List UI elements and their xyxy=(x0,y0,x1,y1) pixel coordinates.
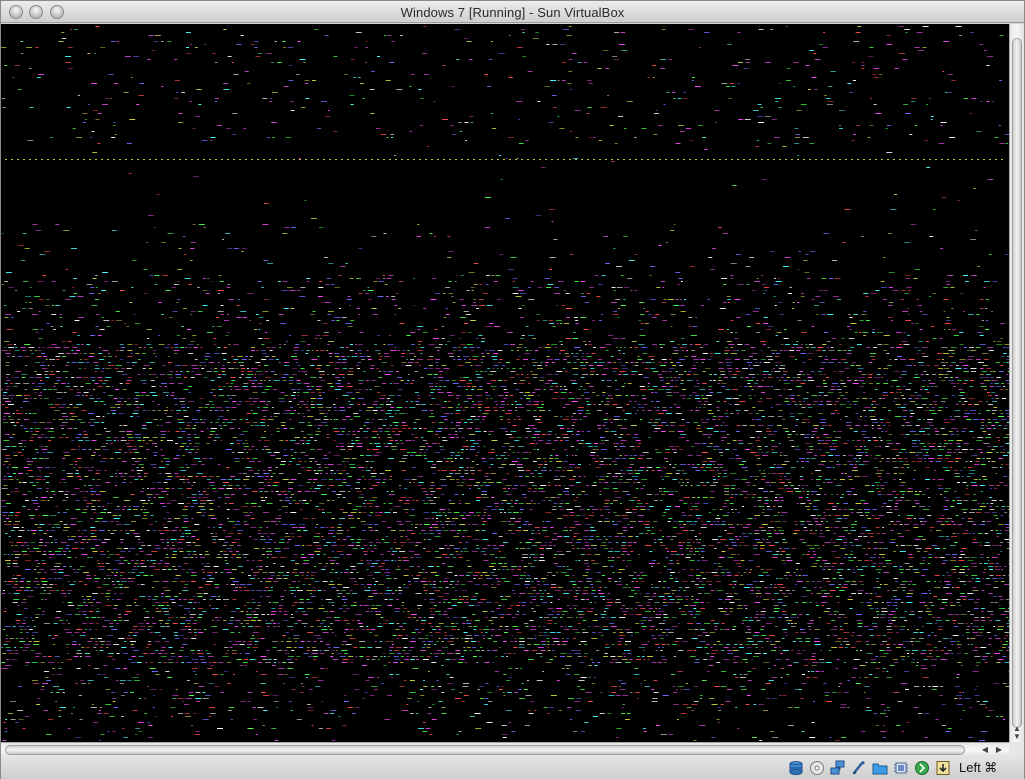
scroll-down-arrow-icon[interactable]: ▼ xyxy=(1010,732,1024,742)
horizontal-scroll-thumb[interactable] xyxy=(5,745,965,755)
usb-icon[interactable] xyxy=(850,760,867,776)
status-indicators xyxy=(787,760,951,776)
window-title: Windows 7 [Running] - Sun VirtualBox xyxy=(400,5,625,20)
scroll-right-arrow-icon[interactable]: ▶ xyxy=(993,744,1005,756)
virtualization-icon[interactable] xyxy=(892,760,909,776)
optical-drive-icon[interactable] xyxy=(808,760,825,776)
scroll-left-arrow-icon[interactable]: ◀ xyxy=(979,744,991,756)
title-bar[interactable]: Windows 7 [Running] - Sun VirtualBox xyxy=(1,1,1024,23)
host-key-label: Left ⌘ xyxy=(959,760,998,775)
keyboard-capture-icon[interactable] xyxy=(934,760,951,776)
status-bar: Left ⌘ xyxy=(1,757,1024,779)
vm-display[interactable] xyxy=(1,24,1009,742)
shared-folders-icon[interactable] xyxy=(871,760,888,776)
garbled-screen-content xyxy=(1,26,1009,741)
scrollbar-corner xyxy=(1009,742,1024,757)
mouse-integration-icon[interactable] xyxy=(913,760,930,776)
network-icon[interactable] xyxy=(829,760,846,776)
vertical-scrollbar[interactable]: ▲ ▼ xyxy=(1009,24,1024,742)
horizontal-scrollbar[interactable]: ◀ ▶ xyxy=(1,742,1009,757)
virtualbox-window: Windows 7 [Running] - Sun VirtualBox ▲ ▼… xyxy=(0,0,1025,779)
vertical-scroll-thumb[interactable] xyxy=(1012,38,1022,728)
hard-disk-icon[interactable] xyxy=(787,760,804,776)
